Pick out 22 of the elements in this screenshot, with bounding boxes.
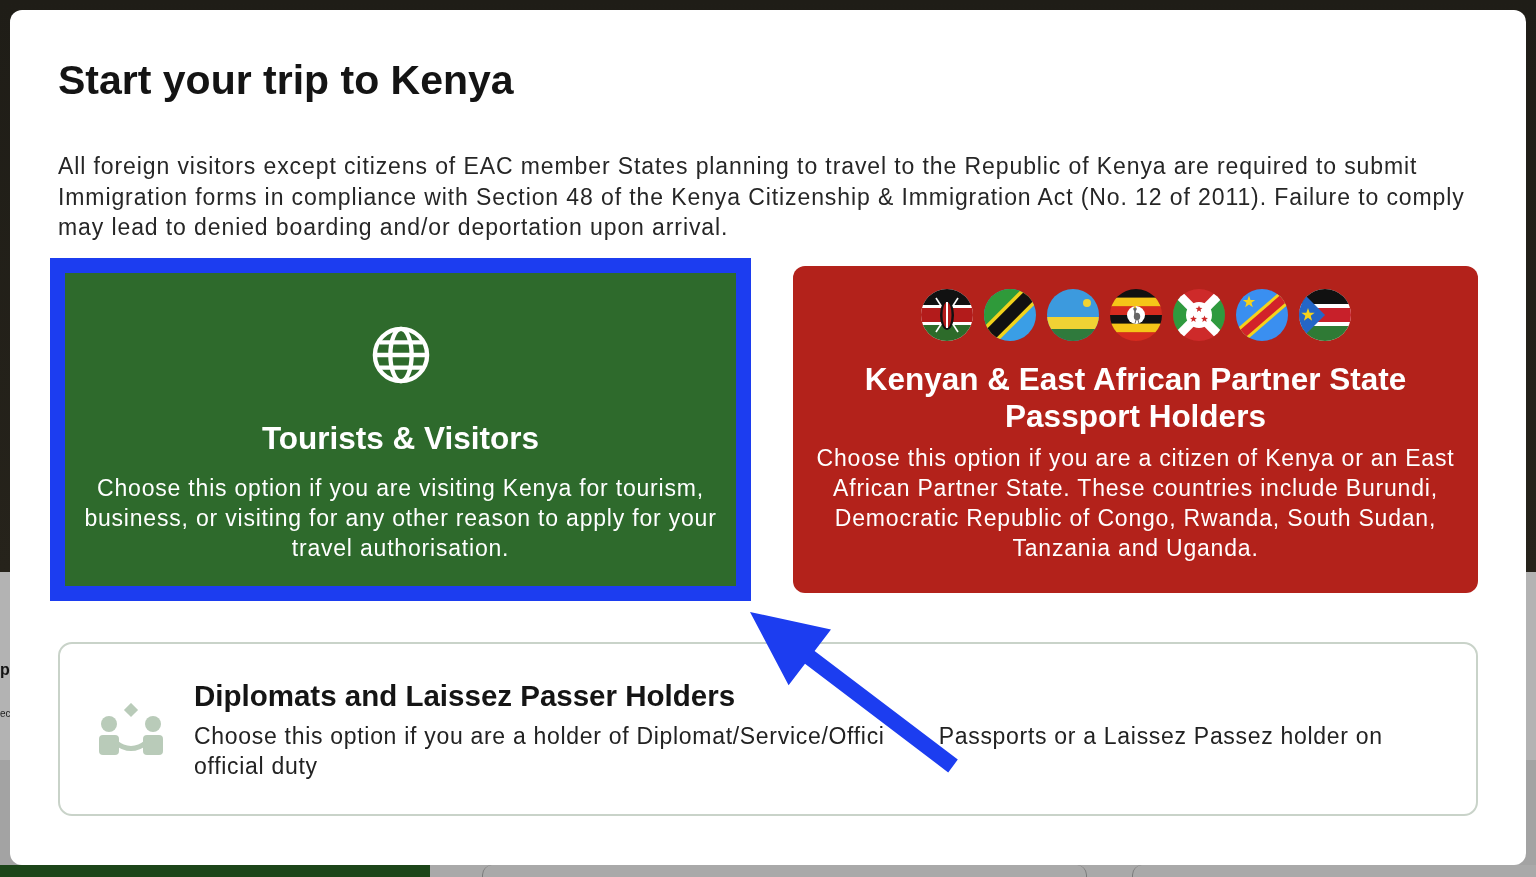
dialog-title: Start your trip to Kenya xyxy=(58,56,515,104)
cut-off-text: ec xyxy=(0,708,11,720)
option-card[interactable]: Diplomats and Laissez Passer Holders Choose this option if you are a holder of Diplomat/Service/Offici Passports or a Laissez Passez holder on official duty xyxy=(58,642,1478,816)
rwanda-flag-icon xyxy=(1046,289,1099,341)
option-card[interactable] xyxy=(793,266,1478,593)
tanzania-flag-icon xyxy=(983,289,1036,341)
south-sudan-flag-icon xyxy=(1298,289,1351,341)
two-people-icon xyxy=(98,703,164,755)
uganda-flag-icon xyxy=(1109,289,1162,341)
card-description: Choose this option if you are visiting Kenya for tourism, business, or visiting for any other reason to apply for your travel authorisation. xyxy=(83,474,718,563)
card-title: Kenyan & East African Partner State Passport Holders xyxy=(863,361,1408,435)
kenya-flag-icon xyxy=(920,289,973,341)
cut-off-button[interactable] xyxy=(0,865,430,877)
card-title: Diplomats and Laissez Passer Holders xyxy=(194,677,737,714)
cut-off-heading: p xyxy=(0,660,10,680)
globe-icon xyxy=(371,326,430,384)
card-description: Choose this option if you are a citizen of Kenya or an East African Partner State. These countries include Burundi, Democratic Republic of Congo, Rwanda, South Sudan, Tanzania and Uganda. xyxy=(815,444,1456,563)
intro-paragraph: All foreign visitors except citizens of EAC member States planning to travel to the Republic of Kenya are required to submit Immigration forms in compliance with Section 48 of the Kenya Citizenship & Immigration Act (No. 12 of 2011). Failure to comply may lead to denied boarding and/or deportation upon arrival. xyxy=(58,152,1466,242)
card-title: Tourists & Visitors xyxy=(261,420,540,457)
card-description: Choose this option if you are a holder of Diplomat/Service/Offici Passports or a Laissez Passez holder on official duty xyxy=(194,721,1384,781)
option-card[interactable]: Tourists & Visitors Choose this option if you are visiting Kenya for tourism, business, or visiting for any other reason to apply for your travel authorisation. xyxy=(50,258,751,601)
congo-flag-icon xyxy=(1235,289,1288,341)
